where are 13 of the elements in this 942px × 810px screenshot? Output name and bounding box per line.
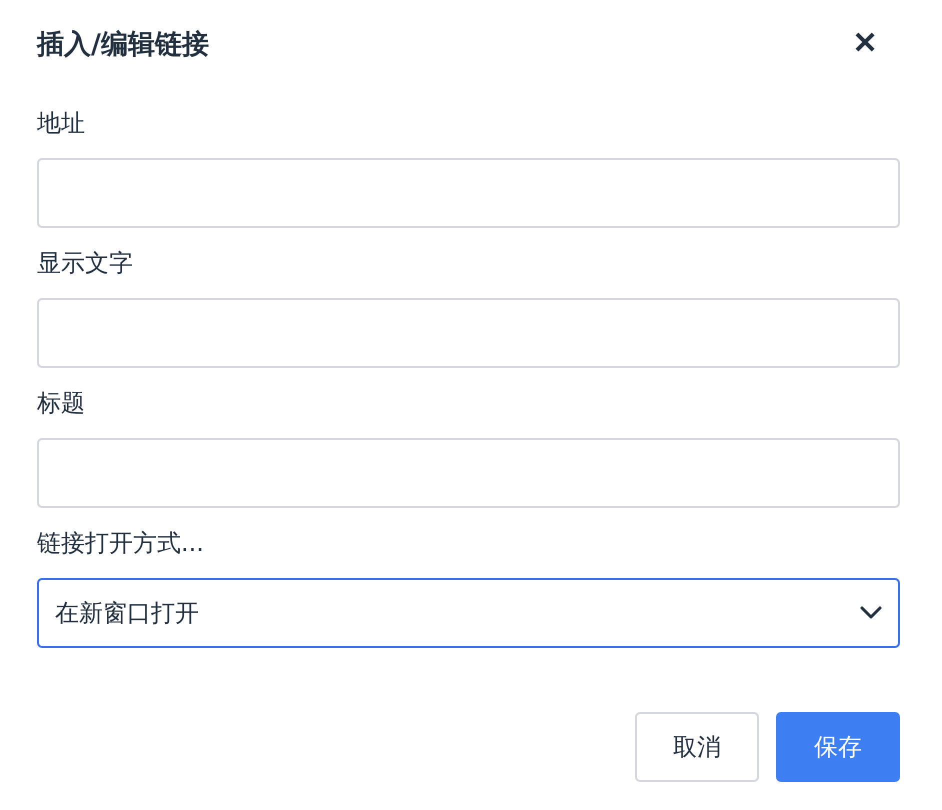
- input-field[interactable]: [37, 158, 900, 228]
- cancel-button[interactable]: 取消: [635, 712, 759, 782]
- field-label: 链接打开方式...: [37, 528, 204, 559]
- field-label: 地址: [37, 108, 85, 139]
- field-label: 显示文字: [37, 248, 133, 279]
- close-button[interactable]: ✕: [850, 29, 880, 59]
- dialog-title: 插入/编辑链接: [37, 28, 209, 62]
- field-label: 标题: [37, 388, 85, 419]
- save-button[interactable]: 保存: [776, 712, 900, 782]
- chevron-down-icon: [860, 606, 882, 620]
- dropdown-field[interactable]: 在新窗口打开: [37, 578, 900, 648]
- input-field[interactable]: [37, 438, 900, 508]
- input-field[interactable]: [37, 298, 900, 368]
